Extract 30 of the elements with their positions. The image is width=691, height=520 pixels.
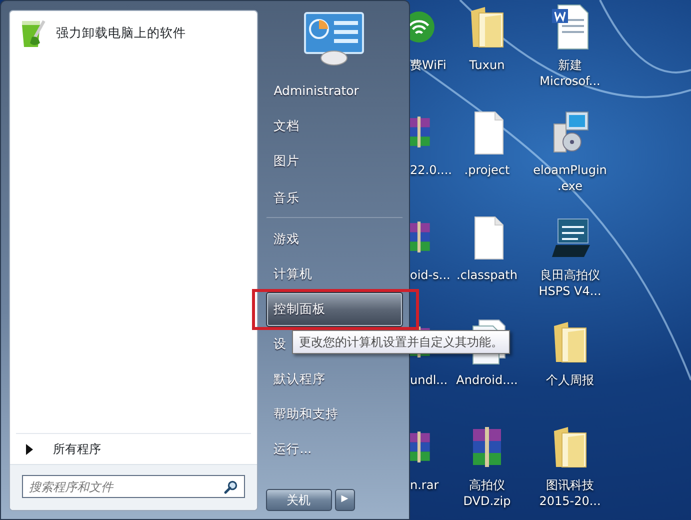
program-item[interactable]: 强力卸载电脑上的软件 <box>56 24 186 42</box>
icon-label[interactable]: eloamPlugin .exe <box>533 162 607 194</box>
icon-label[interactable]: 费WiFi <box>410 57 446 73</box>
icon-label[interactable]: 高拍仪 DVD.zip <box>463 477 511 509</box>
search-icon <box>224 480 238 494</box>
menu-item[interactable]: Administrator <box>266 74 403 109</box>
menu-item[interactable]: 计算机 <box>266 257 403 292</box>
shutdown-button[interactable]: 关机 <box>266 489 332 511</box>
icon-label[interactable]: 良田高拍仪 HSPS V4... <box>538 267 602 299</box>
control-panel-icon <box>302 10 366 66</box>
shutdown-options-button[interactable]: ▶ <box>334 489 355 511</box>
icon-label[interactable]: 新建 Microsof... <box>540 57 600 89</box>
icon-label[interactable]: undl... <box>410 372 448 388</box>
icon-label[interactable]: Android.... <box>456 372 518 388</box>
menu-item[interactable]: 文档 <box>266 109 403 144</box>
expand-arrow-icon <box>26 444 33 454</box>
icon-label[interactable]: 个人周报 <box>546 372 594 388</box>
menu-item[interactable]: 控制面板 <box>266 292 403 327</box>
icon-label[interactable]: .classpath <box>456 267 518 283</box>
search-field[interactable]: 搜索程序和文件 <box>22 475 245 498</box>
icon-label[interactable]: 22.0.... <box>410 162 452 178</box>
icon-label[interactable]: Tuxun <box>469 57 505 73</box>
icon-label[interactable]: .project <box>464 162 510 178</box>
menu-item[interactable]: 图片 <box>266 144 403 179</box>
icon-label[interactable]: oid-s... <box>410 267 450 283</box>
menu-item[interactable]: 游戏 <box>266 222 403 257</box>
menu-item[interactable]: 音乐 <box>266 179 403 218</box>
icon-label[interactable]: n.rar <box>410 477 439 493</box>
tooltip: 更改您的计算机设置并自定义其功能。 <box>292 330 510 354</box>
icon-label[interactable]: 图讯科技 2015-20... <box>539 477 601 509</box>
